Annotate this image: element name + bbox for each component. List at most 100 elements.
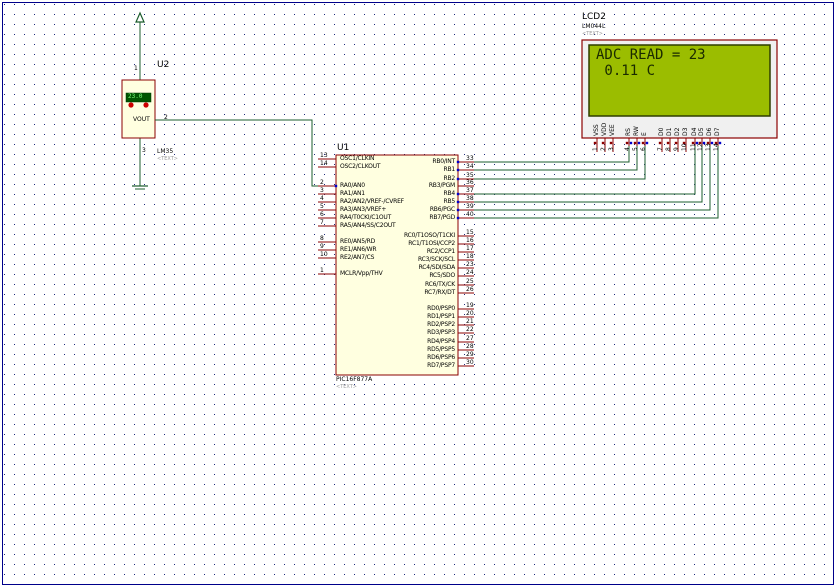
pic-pin-number: 33	[466, 155, 474, 162]
pic-pin-name: RA2/AN2/VREF-/CVREF	[340, 198, 404, 205]
lcd-pin-number: 4	[624, 147, 631, 151]
lcd2-reference[interactable]: LCD2	[582, 13, 606, 22]
pic-pin-number: 2	[320, 179, 324, 186]
pic-pin-name: RC1/T1OSI/CCP2	[408, 240, 455, 247]
pin-connection-dot	[593, 141, 597, 145]
pic-pin-number: 29	[466, 351, 474, 358]
pic-pin-name: RB0/INT	[432, 158, 455, 165]
lcd-pin-name: RS	[625, 128, 632, 136]
pin-connection-dot	[641, 141, 645, 145]
pic-pin-name: RE1/AN6/WR	[340, 246, 377, 253]
pic-pin-number: 17	[466, 245, 474, 252]
pin-connection-dot	[334, 184, 338, 188]
pin-connection-dot	[456, 168, 460, 172]
pic-pin-number: 27	[466, 335, 474, 342]
lcd-pin-number: 5	[632, 147, 639, 151]
pic-pin-name: RC6/TX/CK	[424, 281, 455, 288]
pic-pin-number: 22	[466, 326, 474, 333]
pic-pin-name: RB3/PGM	[428, 182, 455, 189]
pic-pin-name: RC0/T1OSO/T1CKI	[403, 232, 455, 239]
lcd-pin-number: 13	[705, 143, 712, 151]
pic-pin-number: 36	[466, 179, 474, 186]
pic-pin-number: 24	[466, 269, 474, 276]
pin-connection-dot	[666, 141, 670, 145]
pic-pin-number: 18	[466, 253, 474, 260]
pic-pin-name: RC5/SDO	[429, 272, 455, 279]
lcd-pin-number: 1	[592, 147, 599, 151]
pin-connection-dot	[633, 141, 637, 145]
pic-pin-name: MCLR/Vpp/THV	[340, 270, 383, 277]
lcd-pin-name: D0	[658, 127, 665, 136]
lcd-pin-name: D1	[666, 127, 673, 136]
pin-connection-dot	[456, 200, 460, 204]
u2-text-tag: <TEXT>	[157, 156, 178, 162]
lcd-pin-number: 7	[657, 147, 664, 151]
pic-pin-name: RE0/AN5/RD	[340, 238, 376, 245]
pic-pin-number: 10	[320, 251, 328, 258]
u2-part-value[interactable]: LM35	[157, 149, 173, 155]
u2-pin1-number: 1	[134, 65, 138, 72]
u2-pin3-number: 3	[142, 147, 146, 154]
pic-pin-name: RD4/PSP4	[427, 338, 455, 345]
lcd2-text-tag: <TEXT>	[582, 31, 603, 37]
pic-pin-name: RA1/AN1	[340, 190, 365, 197]
lcd-pin-name: VSS	[593, 124, 600, 136]
pin-connection-dot	[629, 141, 633, 145]
lcd-display-line-2: 0.11 C	[596, 63, 656, 79]
pic-pin-number: 25	[466, 278, 474, 285]
pic-pin-name: OSC2/CLKOUT	[340, 163, 381, 170]
u2-temperature-display: 23.0	[128, 93, 143, 100]
pic-pin-name: RD6/PSP6	[427, 354, 455, 361]
pic-pin-name: RD2/PSP2	[427, 321, 455, 328]
pic-pin-number: 3	[320, 187, 324, 194]
u1-part-value[interactable]: PIC16F877A	[336, 377, 372, 383]
pic-pin-name: RA0/AN0	[340, 182, 365, 189]
pic-pin-name: RB1	[443, 166, 455, 173]
pic-pin-name: RE2/AN7/CS	[340, 254, 375, 261]
u2-pin2-number: 2	[164, 114, 168, 121]
u2-reference[interactable]: U2	[157, 61, 169, 70]
pic-pin-name: RA5/AN4/SS/C2OUT	[340, 222, 396, 229]
lcd-pin-name: D6	[706, 127, 713, 136]
lcd-pin-number: 8	[665, 147, 672, 151]
pic-pin-name: RD0/PSP0	[427, 305, 455, 312]
pin-connection-dot	[456, 192, 460, 196]
u1-text-tag: <TEXT>	[336, 384, 357, 390]
pic-pin-name: RD5/PSP5	[427, 346, 455, 353]
lcd-pin-number: 10	[681, 143, 688, 151]
pin-connection-dot	[601, 141, 605, 145]
pic-pin-name: RC7/RX/DT	[424, 289, 455, 296]
lcd-pin-number: 12	[697, 143, 704, 151]
pic-pin-number: 28	[466, 343, 474, 350]
lcd-display-line-1: ADC READ = 23	[596, 47, 706, 63]
pic-pin-number: 16	[466, 237, 474, 244]
pic-pin-number: 39	[466, 203, 474, 210]
lcd-pin-number: 9	[673, 147, 680, 151]
lcd2-part-value[interactable]: LM044L	[582, 24, 605, 30]
pic-pin-number: 40	[466, 211, 474, 218]
pic-pin-number: 34	[466, 163, 474, 170]
pic-pin-name: RB5	[443, 198, 455, 205]
lcd-pin-name: D5	[698, 127, 705, 136]
pic-pin-name: RB4	[443, 190, 455, 197]
pic-pin-name: RD7/PSP7	[427, 362, 455, 369]
lcd-pin-name: VDD	[601, 122, 608, 136]
pic-pin-name: RB6/PGC	[429, 206, 455, 213]
pin-connection-dot	[625, 141, 629, 145]
pic-pin-number: 7	[320, 219, 324, 226]
pic-pin-number: 30	[466, 359, 474, 366]
schematic-canvas[interactable]	[0, 0, 836, 587]
pin-connection-dot	[658, 141, 662, 145]
pic-pin-number: 26	[466, 286, 474, 293]
pic-pin-name: RD1/PSP1	[427, 313, 455, 320]
lcd-pin-name: VEE	[609, 124, 616, 136]
pic-pin-number: 23	[466, 261, 474, 268]
pic-pin-number: 6	[320, 211, 324, 218]
lcd-pin-name: D3	[682, 127, 689, 136]
pic-pin-number: 1	[320, 267, 324, 274]
schematic-sheet[interactable]: U2 23.0 VOUT 1 2 3 LM35 <TEXT> U1 PIC16F…	[0, 0, 836, 587]
lcd-pin-number: 3	[608, 147, 615, 151]
pic-pin-number: 5	[320, 203, 324, 210]
u1-reference[interactable]: U1	[337, 144, 349, 153]
u2-lm35-sensor[interactable]	[121, 79, 156, 139]
